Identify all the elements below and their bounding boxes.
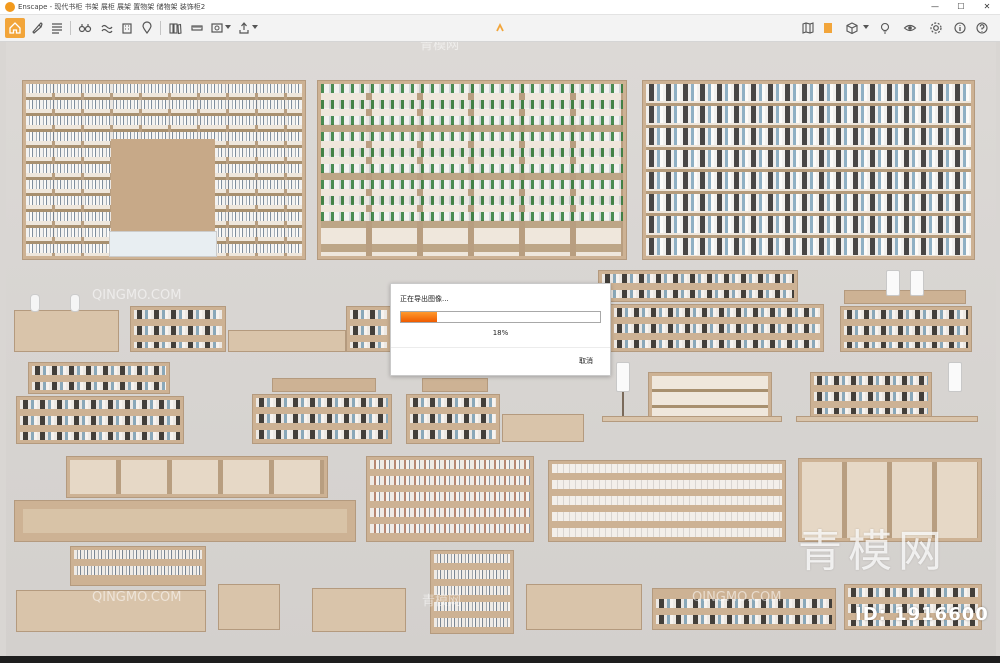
export-message: 正在导出图像... — [400, 295, 449, 303]
desk-top — [844, 290, 966, 304]
asset-library-button[interactable] — [165, 18, 185, 38]
binoculars-icon — [78, 24, 92, 33]
enscape-logo-icon — [5, 2, 15, 12]
ottoman — [502, 414, 584, 442]
maximize-button[interactable]: ☐ — [948, 0, 974, 14]
upload-icon — [496, 22, 504, 32]
building-button[interactable] — [117, 18, 137, 38]
settings-icon — [930, 22, 942, 34]
bookshelf-small — [70, 546, 206, 586]
brush-button[interactable] — [27, 18, 47, 38]
help-icon — [976, 22, 988, 34]
map-icon — [802, 22, 814, 34]
reading-table — [14, 310, 119, 352]
toolbar — [0, 15, 1000, 42]
console-cabinet — [648, 372, 772, 420]
display-shelf — [610, 304, 824, 352]
shelf-top — [422, 378, 488, 392]
export-progress-dialog: 正在导出图像... 18% 取消 — [390, 283, 611, 376]
bookmark-button[interactable] — [818, 18, 838, 38]
building-icon — [122, 23, 132, 34]
home-button[interactable] — [5, 18, 25, 38]
shelf-wide — [16, 396, 184, 444]
shelf-top — [272, 378, 376, 392]
map-pin-icon — [142, 21, 152, 35]
info-button[interactable] — [950, 18, 970, 38]
bookcase-with-desk — [22, 80, 306, 260]
cube-button[interactable] — [842, 18, 862, 38]
magazine-rack — [548, 460, 786, 542]
window-title: Enscape - 现代书柜 书架 展柜 展架 置物架 储物架 装饰柜2 — [18, 3, 206, 11]
upload-button[interactable] — [490, 18, 510, 38]
bookcase-green-books — [317, 80, 627, 260]
list-icon — [52, 23, 62, 34]
display-bookcase — [366, 456, 534, 542]
lamp — [616, 362, 630, 392]
low-shelf — [130, 306, 226, 352]
ruler-icon — [191, 25, 203, 31]
map-button[interactable] — [798, 18, 818, 38]
watermark-text: 青模网 — [422, 594, 462, 609]
wave-icon — [101, 24, 113, 34]
export-button[interactable] — [234, 18, 254, 38]
chair — [70, 294, 80, 312]
console-table — [602, 416, 782, 422]
visibility-button[interactable] — [900, 18, 920, 38]
list-button[interactable] — [47, 18, 67, 38]
watermark-text: QINGMO.COM — [692, 590, 782, 605]
watermark-text: QINGMO.COM — [92, 288, 182, 303]
shelf-medium — [252, 394, 392, 444]
close-button[interactable]: ✕ — [974, 0, 1000, 14]
shelf-top — [28, 362, 170, 394]
chair — [30, 294, 40, 312]
ruler-button[interactable] — [187, 18, 207, 38]
cancel-button[interactable]: 取消 — [579, 356, 593, 366]
reception-counter — [14, 500, 356, 542]
cube-icon — [846, 22, 858, 35]
eye-icon — [903, 24, 917, 32]
watermark-logo: 青模网 — [798, 526, 948, 577]
screenshot-icon — [211, 23, 223, 33]
lamp — [886, 270, 900, 296]
export-progress-bar — [400, 311, 601, 323]
home-icon — [9, 22, 21, 34]
binoculars-button[interactable] — [75, 18, 95, 38]
low-shelf-small — [346, 306, 391, 352]
side-cabinet — [218, 584, 280, 630]
lightbulb-button[interactable] — [875, 18, 895, 38]
title-bar[interactable]: Enscape - 现代书柜 书架 展柜 展架 置物架 储物架 装饰柜2 — ☐… — [0, 0, 1000, 15]
export-progress-label: 18% — [492, 329, 509, 337]
minimize-button[interactable]: — — [922, 0, 948, 14]
watermark-id: ID: 1916600 — [855, 604, 989, 625]
watermark-text: 青模网 — [420, 42, 460, 53]
display-shelf-top — [598, 270, 798, 302]
export-icon — [239, 22, 249, 34]
study-desk — [526, 584, 642, 630]
enscape-window: Enscape - 现代书柜 书架 展柜 展架 置物架 储物架 装饰柜2 — ☐… — [0, 0, 1000, 663]
reading-desk — [312, 588, 406, 632]
shelf-small — [406, 394, 500, 444]
bench — [228, 330, 346, 352]
console-table — [796, 416, 978, 422]
bookcase-full — [642, 80, 975, 260]
atmosphere-button[interactable] — [97, 18, 117, 38]
info-icon — [954, 22, 966, 34]
screenshot-button[interactable] — [207, 18, 227, 38]
map-pin-button[interactable] — [137, 18, 157, 38]
export-progress-fill — [401, 312, 437, 322]
console-shelf — [810, 372, 932, 418]
desk-shelf — [840, 306, 972, 352]
help-button[interactable] — [972, 18, 992, 38]
open-shelf-empty — [66, 456, 328, 498]
lamp — [948, 362, 962, 392]
bookmark-icon — [824, 23, 832, 33]
lightbulb-icon — [880, 22, 890, 34]
settings-button[interactable] — [926, 18, 946, 38]
lamp — [910, 270, 924, 296]
brush-icon — [32, 22, 43, 34]
watermark-text: QINGMO.COM — [92, 590, 182, 605]
books-icon — [169, 23, 182, 35]
